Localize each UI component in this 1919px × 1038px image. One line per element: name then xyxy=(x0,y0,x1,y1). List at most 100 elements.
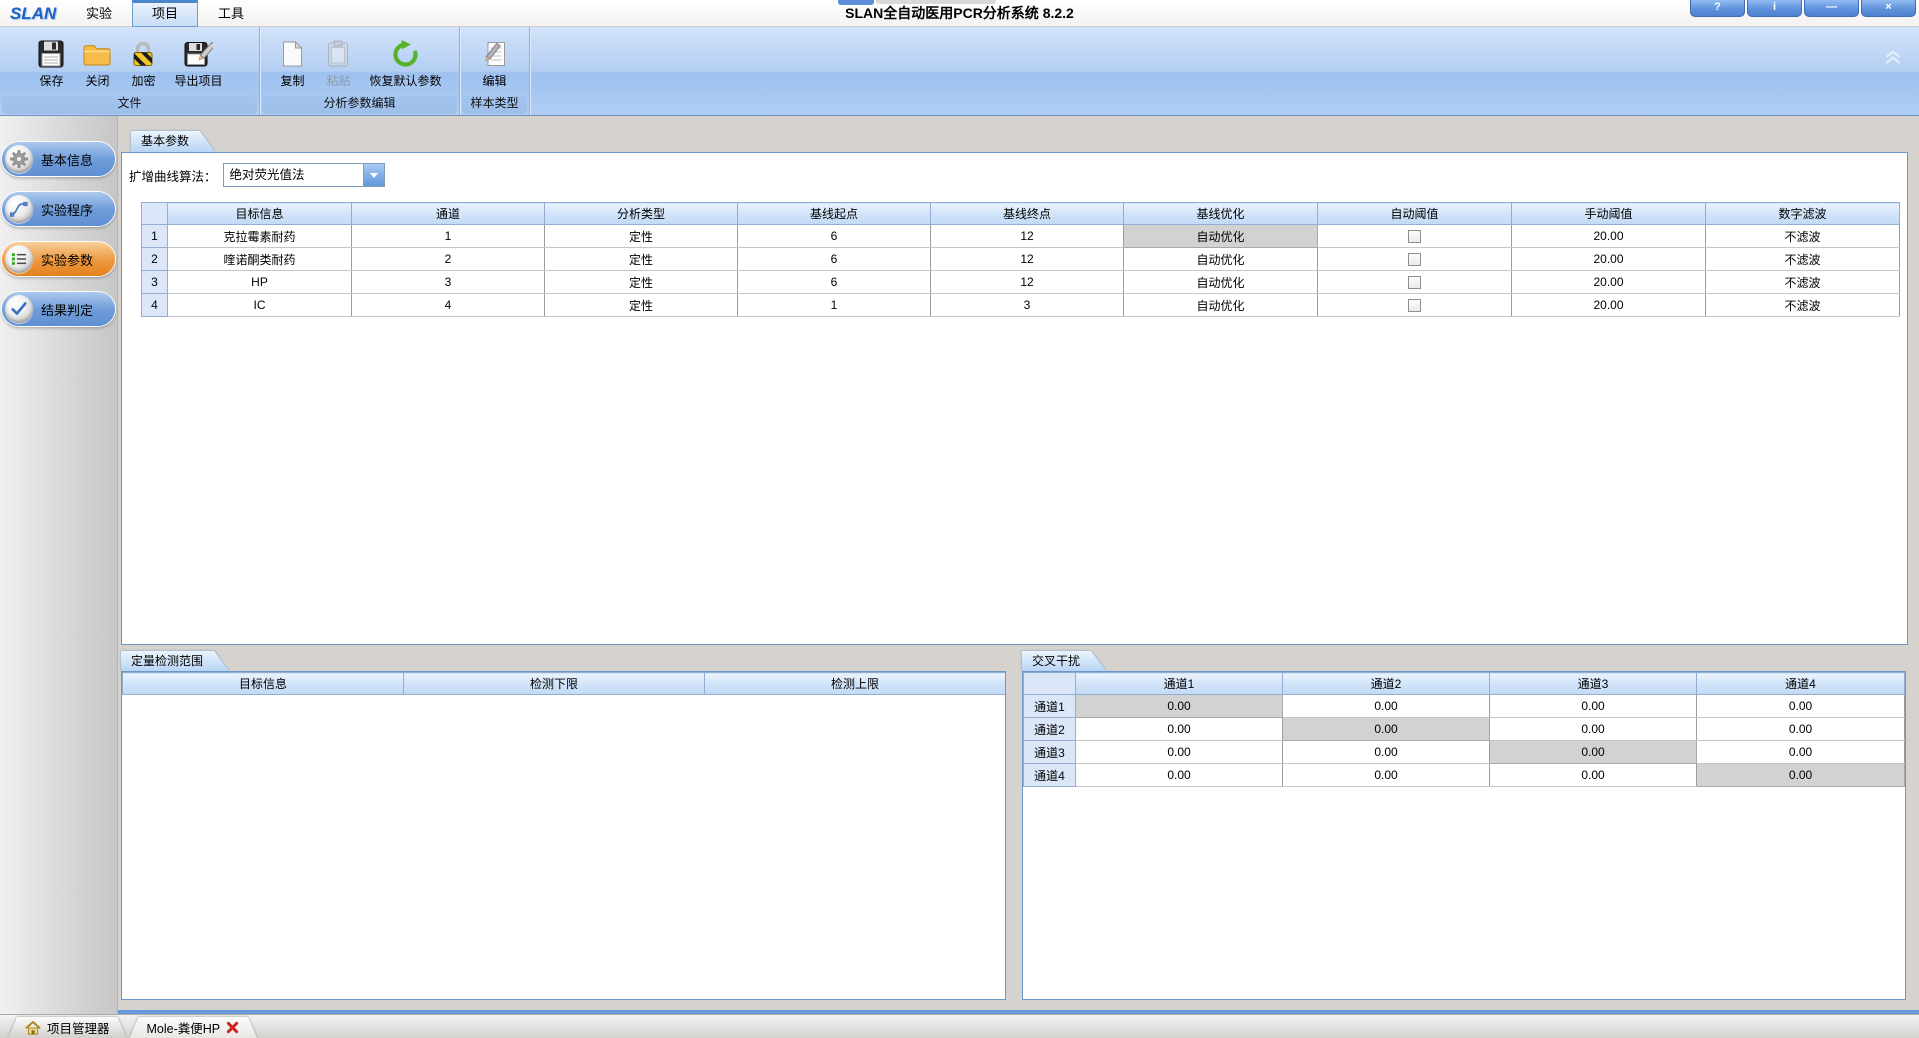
matrix-cell[interactable]: 0.00 xyxy=(1282,694,1490,718)
auto-threshold-checkbox[interactable] xyxy=(1408,230,1421,244)
cell-manual-threshold[interactable]: 20.00 xyxy=(1511,270,1706,294)
sidebar-item-list[interactable]: 实验参数 xyxy=(2,242,115,276)
auto-threshold-cell xyxy=(1317,247,1512,271)
matrix-cell[interactable]: 0.00 xyxy=(1696,740,1905,764)
matrix-cell[interactable]: 0.00 xyxy=(1282,740,1490,764)
sidebar-item-curve[interactable]: 实验程序 xyxy=(2,192,115,226)
cell-baseline-end[interactable]: 12 xyxy=(930,247,1124,271)
sidebar-item-gear[interactable]: 基本信息 xyxy=(2,142,115,176)
tab-basic-params[interactable]: 基本参数 xyxy=(131,131,215,152)
matrix-cell[interactable]: 0.00 xyxy=(1075,763,1283,787)
ribbon-lock-button[interactable]: 加密 xyxy=(121,35,165,91)
sidebar-item-check[interactable]: 结果判定 xyxy=(2,292,115,326)
cell-manual-threshold[interactable]: 20.00 xyxy=(1511,293,1706,317)
cell-target[interactable]: 喹诺酮类耐药 xyxy=(167,247,352,271)
menu-project[interactable]: 项目 xyxy=(132,0,199,27)
matrix-cell[interactable]: 0.00 xyxy=(1696,763,1905,787)
matrix-row-header: 通道1 xyxy=(1023,694,1076,718)
ribbon-save-button[interactable]: 保存 xyxy=(29,35,73,91)
cell-channel[interactable]: 3 xyxy=(351,270,545,294)
matrix-cell[interactable]: 0.00 xyxy=(1489,740,1697,764)
baseline-opt-cell[interactable]: 自动优化 xyxy=(1123,293,1318,317)
paste-icon xyxy=(323,39,353,69)
combo-dropdown-button[interactable] xyxy=(362,164,384,186)
cell-target[interactable]: HP xyxy=(167,270,352,294)
cell-filter[interactable]: 不滤波 xyxy=(1705,293,1900,317)
cell-baseline-end[interactable]: 12 xyxy=(930,224,1124,248)
help-button[interactable]: ? xyxy=(1690,0,1745,17)
info-button[interactable]: i xyxy=(1747,0,1802,17)
auto-threshold-cell xyxy=(1317,224,1512,248)
ribbon-copy-button[interactable]: 复制 xyxy=(270,35,314,91)
document-tab-1[interactable]: Mole-粪便HP xyxy=(130,1017,258,1038)
window-controls: ? i — × xyxy=(1690,0,1916,17)
close-button[interactable]: × xyxy=(1861,0,1916,17)
close-tab-icon[interactable] xyxy=(226,1021,240,1035)
ribbon-export-button[interactable]: 导出项目 xyxy=(167,35,229,91)
auto-threshold-checkbox[interactable] xyxy=(1408,299,1421,313)
matrix-cell[interactable]: 0.00 xyxy=(1696,717,1905,741)
chevron-up-icon xyxy=(1883,50,1903,69)
ribbon-restore-button[interactable]: 恢复默认参数 xyxy=(362,35,448,91)
minimize-button[interactable]: — xyxy=(1804,0,1859,17)
cell-target[interactable]: 克拉霉素耐药 xyxy=(167,224,352,248)
cell-baseline-start[interactable]: 6 xyxy=(737,270,931,294)
ribbon-button-label: 导出项目 xyxy=(174,74,223,88)
auto-threshold-checkbox[interactable] xyxy=(1408,253,1421,267)
ribbon-folder-button[interactable]: 关闭 xyxy=(75,35,119,91)
menu-bar: SLAN全自动医用PCR分析系统 8.2.2 SLAN 实验 项目 工具 ? i — × xyxy=(0,0,1919,27)
cell-filter[interactable]: 不滤波 xyxy=(1705,270,1900,294)
baseline-opt-cell[interactable]: 自动优化 xyxy=(1123,224,1318,248)
ribbon-edit-button[interactable]: 编辑 xyxy=(473,35,517,91)
cell-channel[interactable]: 2 xyxy=(351,247,545,271)
matrix-cell[interactable]: 0.00 xyxy=(1489,717,1697,741)
matrix-cell[interactable]: 0.00 xyxy=(1075,740,1283,764)
cross-interference-body: 通道1 通道2 通道3 通道4 通道1 0.00 0.00 0.00 0.00 通道2 0.00 0.… xyxy=(1022,671,1906,1000)
cell-type[interactable]: 定性 xyxy=(544,247,738,271)
ribbon-group-label: 样本类型 xyxy=(462,96,527,114)
tab-quant-range[interactable]: 定量检测范围 xyxy=(121,651,229,671)
cell-channel[interactable]: 4 xyxy=(351,293,545,317)
cell-baseline-end[interactable]: 3 xyxy=(930,293,1124,317)
ribbon-group: 编辑 样本类型 xyxy=(460,27,530,115)
cell-baseline-start[interactable]: 6 xyxy=(737,224,931,248)
ribbon-button-label: 关闭 xyxy=(85,74,110,88)
matrix-cell[interactable]: 0.00 xyxy=(1075,694,1283,718)
ribbon-button-label: 编辑 xyxy=(482,74,507,88)
cell-filter[interactable]: 不滤波 xyxy=(1705,247,1900,271)
matrix-cell[interactable]: 0.00 xyxy=(1282,717,1490,741)
matrix-row: 通道3 0.00 0.00 0.00 0.00 xyxy=(1023,740,1905,764)
cell-type[interactable]: 定性 xyxy=(544,293,738,317)
algorithm-select[interactable]: 绝对荧光值法 xyxy=(222,163,385,187)
matrix-cell[interactable]: 0.00 xyxy=(1489,763,1697,787)
column-header: 通道4 xyxy=(1696,672,1905,695)
collapse-ribbon-button[interactable] xyxy=(1883,49,1903,65)
ribbon-button-label: 恢复默认参数 xyxy=(369,74,442,88)
matrix-cell[interactable]: 0.00 xyxy=(1489,694,1697,718)
document-tab-0[interactable]: 项目管理器 xyxy=(8,1017,127,1038)
cross-interference-table: 通道1 通道2 通道3 通道4 通道1 0.00 0.00 0.00 0.00 通道2 0.00 0.… xyxy=(1023,672,1905,787)
auto-threshold-checkbox[interactable] xyxy=(1408,276,1421,290)
tab-cross-interference[interactable]: 交叉干扰 xyxy=(1022,651,1106,671)
baseline-opt-cell[interactable]: 自动优化 xyxy=(1123,270,1318,294)
cell-type[interactable]: 定性 xyxy=(544,270,738,294)
cell-baseline-start[interactable]: 1 xyxy=(737,293,931,317)
app-logo: SLAN xyxy=(10,4,57,23)
cell-target[interactable]: IC xyxy=(167,293,352,317)
menu-tools[interactable]: 工具 xyxy=(198,0,264,27)
menu-experiment[interactable]: 实验 xyxy=(66,0,132,27)
matrix-cell[interactable]: 0.00 xyxy=(1075,717,1283,741)
cell-manual-threshold[interactable]: 20.00 xyxy=(1511,247,1706,271)
cell-filter[interactable]: 不滤波 xyxy=(1705,224,1900,248)
cell-baseline-end[interactable]: 12 xyxy=(930,270,1124,294)
matrix-cell[interactable]: 0.00 xyxy=(1696,694,1905,718)
folder-icon xyxy=(82,39,112,69)
cell-channel[interactable]: 1 xyxy=(351,224,545,248)
document-tab-wrap: 项目管理器 xyxy=(8,1017,127,1038)
cell-type[interactable]: 定性 xyxy=(544,224,738,248)
baseline-opt-cell[interactable]: 自动优化 xyxy=(1123,247,1318,271)
restore-icon xyxy=(390,39,420,69)
cell-manual-threshold[interactable]: 20.00 xyxy=(1511,224,1706,248)
cell-baseline-start[interactable]: 6 xyxy=(737,247,931,271)
matrix-cell[interactable]: 0.00 xyxy=(1282,763,1490,787)
